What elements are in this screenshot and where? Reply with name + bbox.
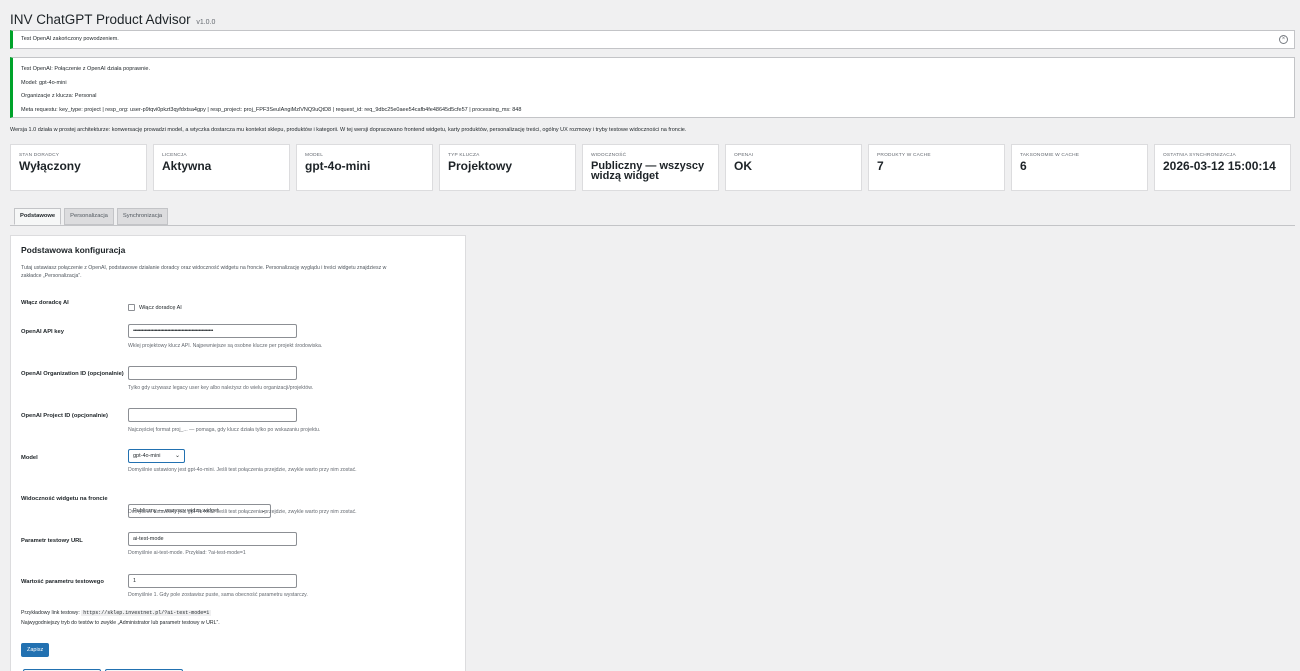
status-card: Stan doradcy Wyłączony (10, 144, 147, 191)
api-key-label: OpenAI API key (21, 329, 64, 335)
card-label: Typ klucza (448, 153, 480, 158)
details-line: Organizacje z klucza: Personal (21, 93, 97, 99)
test-param-help: Domyślnie ai-test-mode. Przykład: ?ai-te… (128, 550, 246, 556)
test-value-input[interactable] (128, 574, 297, 588)
enable-checkbox[interactable] (128, 304, 135, 312)
card-value: 7 (877, 159, 884, 173)
details-line: Test OpenAI: Połączenie z OpenAI działa … (21, 66, 151, 72)
example-url: https://sklep.investnet.pl/?ai-test-mode… (81, 610, 212, 616)
test-param-label: Parametr testowy URL (21, 538, 83, 544)
success-notice: Test OpenAI zakończony powodzeniem. × (10, 30, 1295, 49)
project-id-label: OpenAI Project ID (opcjonalnie) (21, 413, 108, 419)
org-id-label: OpenAI Organization ID (opcjonalnie) (21, 371, 124, 377)
card-value: Wyłączony (19, 159, 81, 173)
chevron-down-icon: ⌄ (174, 453, 180, 459)
details-line: Model: gpt-4o-mini (21, 79, 67, 86)
org-id-input[interactable] (128, 366, 297, 380)
test-value-help: Domyślnie 1. Gdy pole zostawisz puste, s… (128, 592, 308, 598)
model-select[interactable]: gpt-4o-mini ⌄ (128, 449, 185, 463)
details-notice: Test OpenAI: Połączenie z OpenAI działa … (10, 57, 1295, 118)
status-card: OpenAI OK (725, 144, 862, 191)
api-key-input[interactable] (128, 324, 297, 338)
card-label: Widoczność (591, 153, 627, 158)
project-id-help: Najczęściej format proj_... — pomaga, gd… (128, 427, 321, 433)
card-value: gpt-4o-mini (305, 159, 371, 173)
card-label: Taksonomie w cache (1020, 153, 1080, 158)
test-value-label: Wartość parametru testowego (21, 579, 104, 585)
card-value: Publiczny — wszyscy widzą widget (591, 160, 705, 182)
basic-config-panel: Podstawowa konfiguracja Tutaj ustawiasz … (10, 235, 466, 671)
card-value: Aktywna (162, 159, 212, 173)
model-label: Model (21, 455, 38, 461)
card-label: Model (305, 153, 324, 158)
card-label: Produkty w cache (877, 153, 931, 158)
status-cards: Stan doradcy Wyłączony Licencja Aktywna Mo… (10, 144, 1291, 191)
card-label: Ostatnia synchronizacja (1163, 153, 1236, 158)
card-value: 6 (1020, 159, 1027, 173)
status-card: Taksonomie w cache 6 (1011, 144, 1148, 191)
tab-synchronizacja[interactable]: Synchronizacja (116, 208, 169, 225)
tabs-divider (10, 225, 1295, 226)
api-key-help: Wklej projektowy klucz API. Najpewniejsz… (128, 343, 323, 349)
status-card: Model gpt-4o-mini (296, 144, 433, 191)
test-param-input[interactable] (128, 532, 297, 546)
status-card: Widoczność Publiczny — wszyscy widzą widg… (582, 144, 719, 191)
plugin-version: v1.0.0 (196, 19, 216, 26)
panel-description: Tutaj ustawiasz połączenie z OpenAI, pod… (21, 265, 387, 279)
status-card: Licencja Aktywna (153, 144, 290, 191)
status-card: Typ klucza Projektowy (439, 144, 576, 191)
card-label: Licencja (162, 153, 187, 158)
status-card: Produkty w cache 7 (868, 144, 1005, 191)
details-line: Meta requestu: key_type: project | resp_… (21, 106, 522, 113)
settings-tabs: Podstawowe Personalizacja Synchronizacja (14, 208, 169, 225)
success-notice-text: Test OpenAI zakończony powodzeniem. (21, 36, 119, 42)
tab-podstawowe[interactable]: Podstawowe (14, 208, 62, 225)
save-button[interactable]: Zapisz (21, 643, 50, 657)
dismiss-icon[interactable]: × (1279, 35, 1288, 44)
enable-checkbox-label[interactable]: Włącz doradcę AI (139, 305, 182, 311)
tab-personalizacja[interactable]: Personalizacja (64, 208, 114, 225)
enable-field[interactable]: Włącz doradcę AI (128, 299, 182, 317)
model-select-value: gpt-4o-mini (133, 453, 161, 459)
intro-text: Wersja 1.0 działa w prostej architekturz… (10, 127, 687, 133)
visibility-label: Widoczność widgetu na froncie (21, 496, 108, 502)
card-value: Projektowy (448, 159, 513, 173)
enable-label: Włącz doradcę AI (21, 300, 69, 306)
card-value: 2026-03-12 15:00:14 (1163, 159, 1276, 173)
card-label: OpenAI (734, 153, 754, 158)
panel-title: Podstawowa konfiguracja (21, 245, 126, 255)
example-label: Przykładowy link testowy: (21, 610, 80, 616)
page-title: INV ChatGPT Product Advisor v1.0.0 (10, 12, 215, 27)
project-id-input[interactable] (128, 408, 297, 422)
example-link: Przykładowy link testowy: https://sklep.… (21, 610, 212, 616)
plugin-title: INV ChatGPT Product Advisor (10, 12, 191, 27)
example-note: Najwygodniejszy tryb do testów to zwykle… (21, 620, 220, 626)
status-card: Ostatnia synchronizacja 2026-03-12 15:00:… (1154, 144, 1291, 191)
model-help: Domyślnie ustawiony jest gpt-4o-mini. Je… (128, 467, 357, 473)
card-value: OK (734, 159, 752, 173)
visibility-help: Domyślnie ustawiony jest gpt-4o-mini. Je… (128, 509, 357, 515)
card-label: Stan doradcy (19, 153, 60, 158)
org-id-help: Tylko gdy używasz legacy user key albo n… (128, 385, 314, 391)
